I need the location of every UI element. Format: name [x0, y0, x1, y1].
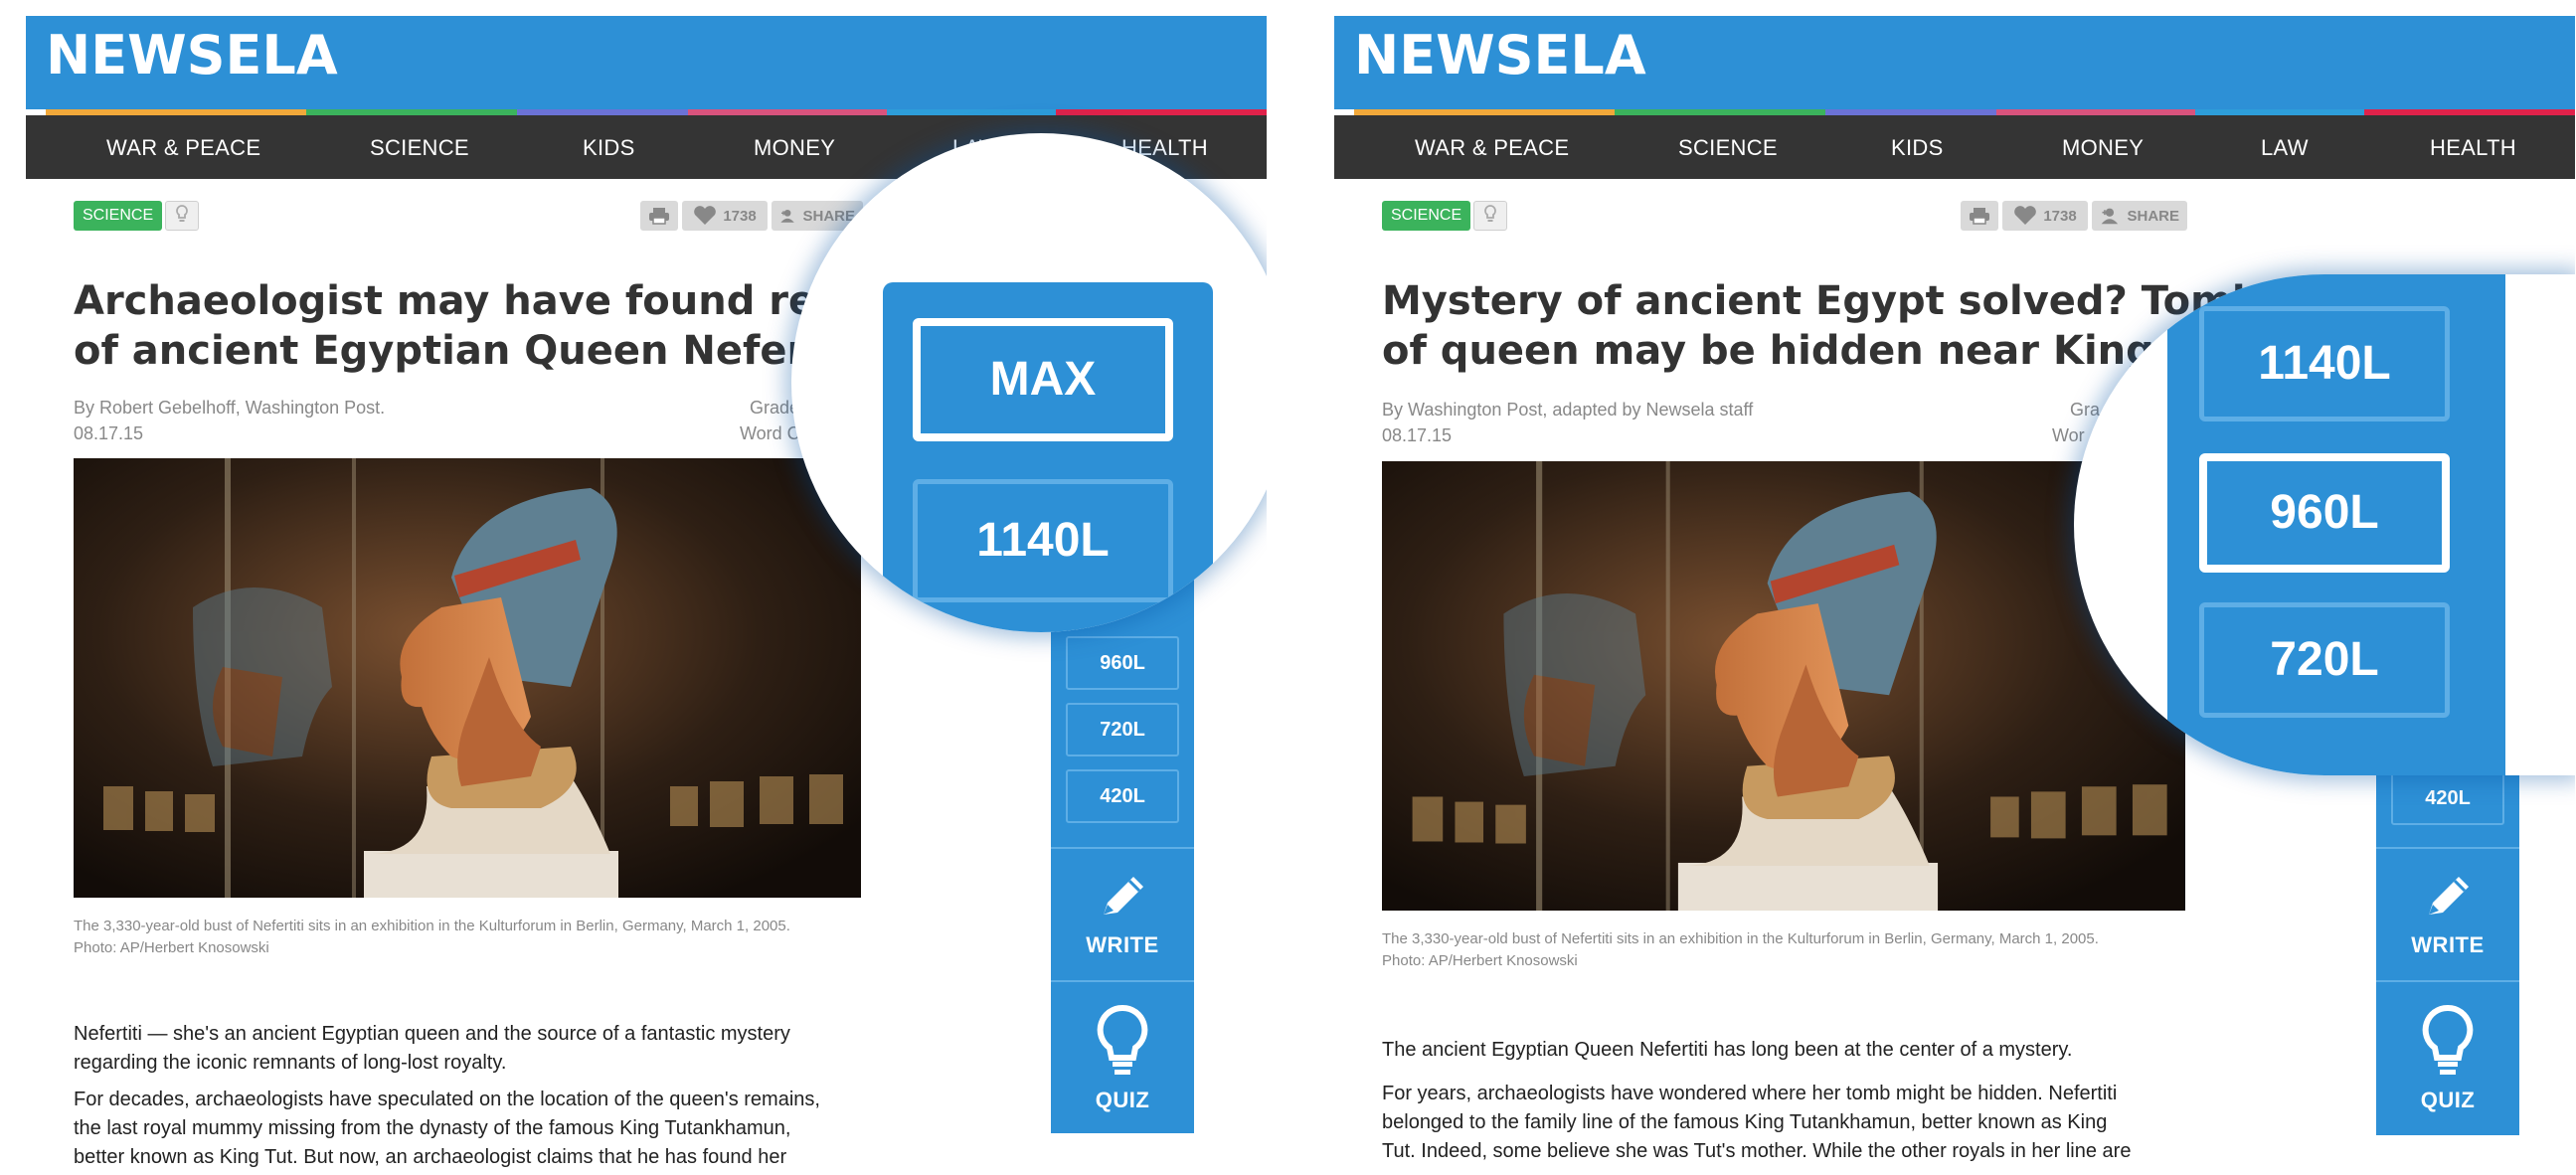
- article-photo: [1382, 461, 2185, 911]
- byline: By Washington Post, adapted by Newsela s…: [1382, 397, 1753, 448]
- paragraph-line: For years, archaeologists have wondered …: [1382, 1083, 2118, 1104]
- write-button[interactable]: WRITE: [1051, 847, 1194, 980]
- article-tools: 1738 SHARE: [640, 201, 863, 231]
- reading-level-sidebar: 960L 720L 420L WRITE QUIZ: [1051, 563, 1194, 1133]
- add-user-icon: [780, 209, 794, 223]
- magnified-level-selector: 1140L 960L 720L: [2074, 274, 2575, 775]
- paragraph-line: belonged to the family line of the famou…: [1382, 1111, 2108, 1133]
- photo-credit: Photo: AP/Herbert Knosowski: [1382, 952, 1578, 969]
- photo-caption: The 3,330-year-old bust of Nefertiti sit…: [1382, 928, 2177, 972]
- grade-label: Gra: [2070, 400, 2101, 420]
- level-button-420l[interactable]: 420L: [1066, 769, 1179, 823]
- share-label: SHARE: [802, 207, 855, 225]
- masthead: NEWSELA: [1334, 16, 2575, 109]
- write-button[interactable]: WRITE: [2376, 847, 2519, 980]
- article-paragraph: The ancient Egyptian Queen Nefertiti has…: [1382, 1036, 2177, 1065]
- nav-item-health[interactable]: HEALTH: [2430, 135, 2516, 161]
- write-label: WRITE: [1086, 932, 1159, 957]
- pencil-icon: [1104, 877, 1143, 915]
- photo-credit: Photo: AP/Herbert Knosowski: [74, 939, 269, 956]
- category-tag[interactable]: SCIENCE: [1382, 201, 1471, 231]
- author: By Robert Gebelhoff, Washington Post.: [74, 398, 386, 418]
- article-paragraph: For decades, archaeologists have specula…: [74, 1086, 869, 1172]
- print-icon: [649, 208, 669, 225]
- like-count: 1738: [723, 207, 757, 225]
- article-photo: [74, 458, 861, 898]
- caption-text: The 3,330-year-old bust of Nefertiti sit…: [1382, 930, 2099, 947]
- nav-item-war-peace[interactable]: WAR & PEACE: [1415, 135, 1569, 161]
- article-title-line: of queen may be hidden near King Tut: [1382, 328, 2239, 374]
- lightbulb-icon[interactable]: [165, 201, 199, 231]
- photo-caption: The 3,330-year-old bust of Nefertiti sit…: [74, 916, 869, 959]
- masthead: NEWSELA: [26, 16, 1267, 109]
- paragraph-line: regarding the iconic remnants of long-lo…: [74, 1052, 507, 1074]
- like-count: 1738: [2043, 207, 2077, 225]
- article-title-line: Mystery of ancient Egypt solved? Tomb: [1382, 278, 2261, 324]
- category-tag[interactable]: SCIENCE: [74, 201, 163, 231]
- like-button[interactable]: 1738: [682, 201, 768, 231]
- level-button-960l-selected[interactable]: 960L: [2199, 453, 2450, 573]
- level-button-max-selected[interactable]: MAX: [913, 318, 1173, 441]
- lightbulb-icon: [2422, 1004, 2474, 1075]
- nav-item-kids[interactable]: KIDS: [1891, 135, 1944, 161]
- paragraph-line: The ancient Egyptian Queen Nefertiti has…: [1382, 1039, 2073, 1061]
- heart-icon: [2014, 206, 2037, 225]
- article-panel-left: NEWSELA WAR & PEACE SCIENCE KIDS MONEY L…: [26, 16, 1267, 1175]
- level-button-720l[interactable]: 720L: [2199, 602, 2450, 718]
- print-button[interactable]: [640, 201, 678, 231]
- publish-date: 08.17.15: [74, 423, 144, 443]
- magnified-level-selector: MAX 1140L: [791, 133, 1267, 632]
- nav-item-law[interactable]: LAW: [2261, 135, 2309, 161]
- quiz-label: QUIZ: [1095, 1088, 1150, 1112]
- quiz-label: QUIZ: [2420, 1088, 2476, 1112]
- nav-item-kids[interactable]: KIDS: [583, 135, 635, 161]
- nav-bar: WAR & PEACE SCIENCE KIDS MONEY LAW HEALT…: [1334, 115, 2575, 179]
- level-button-720l[interactable]: 720L: [1066, 703, 1179, 756]
- level-button-1140l[interactable]: 1140L: [2199, 306, 2450, 421]
- magnified-sidebar: 1140L 960L 720L: [2167, 274, 2505, 775]
- add-user-icon: [2101, 208, 2119, 225]
- lightbulb-icon[interactable]: [1473, 201, 1507, 231]
- print-icon: [1970, 208, 1989, 225]
- newsela-logo[interactable]: NEWSELA: [1354, 24, 1646, 86]
- article-paragraph: For years, archaeologists have wondered …: [1382, 1080, 2197, 1166]
- article-paragraph: Nefertiti — she's an ancient Egyptian qu…: [74, 1020, 869, 1078]
- print-button[interactable]: [1961, 201, 1998, 231]
- quiz-button[interactable]: QUIZ: [2376, 980, 2519, 1113]
- paragraph-line: Tut. Indeed, some believe she was Tut's …: [1382, 1140, 2132, 1162]
- nav-item-money[interactable]: MONEY: [2062, 135, 2144, 161]
- lightbulb-icon: [1097, 1004, 1148, 1075]
- nav-item-science[interactable]: SCIENCE: [1678, 135, 1778, 161]
- nav-item-money[interactable]: MONEY: [754, 135, 835, 161]
- article-tools: 1738 SHARE: [1961, 201, 2187, 231]
- magnified-sidebar: MAX 1140L: [883, 282, 1213, 632]
- author: By Washington Post, adapted by Newsela s…: [1382, 400, 1754, 420]
- paragraph-line: Nefertiti — she's an ancient Egyptian qu…: [74, 1023, 790, 1045]
- share-button[interactable]: SHARE: [2092, 201, 2187, 231]
- pencil-icon: [2429, 877, 2469, 915]
- publish-date: 08.17.15: [1382, 425, 1453, 445]
- byline: By Robert Gebelhoff, Washington Post. 08…: [74, 395, 385, 446]
- level-button-960l[interactable]: 960L: [1066, 636, 1179, 690]
- paragraph-line: the last royal mummy missing from the dy…: [74, 1117, 791, 1139]
- level-button-1140l[interactable]: 1140L: [913, 479, 1173, 602]
- share-label: SHARE: [2127, 207, 2179, 225]
- nav-item-war-peace[interactable]: WAR & PEACE: [106, 135, 260, 161]
- nav-item-science[interactable]: SCIENCE: [370, 135, 469, 161]
- article-panel-right: NEWSELA WAR & PEACE SCIENCE KIDS MONEY L…: [1334, 16, 2575, 1175]
- paragraph-line: For decades, archaeologists have specula…: [74, 1089, 820, 1110]
- quiz-button[interactable]: QUIZ: [1051, 980, 1194, 1113]
- heart-icon: [694, 206, 717, 225]
- caption-text: The 3,330-year-old bust of Nefertiti sit…: [74, 918, 790, 934]
- level-button-420l[interactable]: 420L: [2391, 771, 2504, 825]
- paragraph-line: better known as King Tut. But now, an ar…: [74, 1146, 787, 1168]
- newsela-logo[interactable]: NEWSELA: [46, 24, 338, 86]
- write-label: WRITE: [2411, 932, 2485, 957]
- like-button[interactable]: 1738: [2002, 201, 2088, 231]
- article-title: Mystery of ancient Egypt solved? Tomb of…: [1382, 276, 2261, 376]
